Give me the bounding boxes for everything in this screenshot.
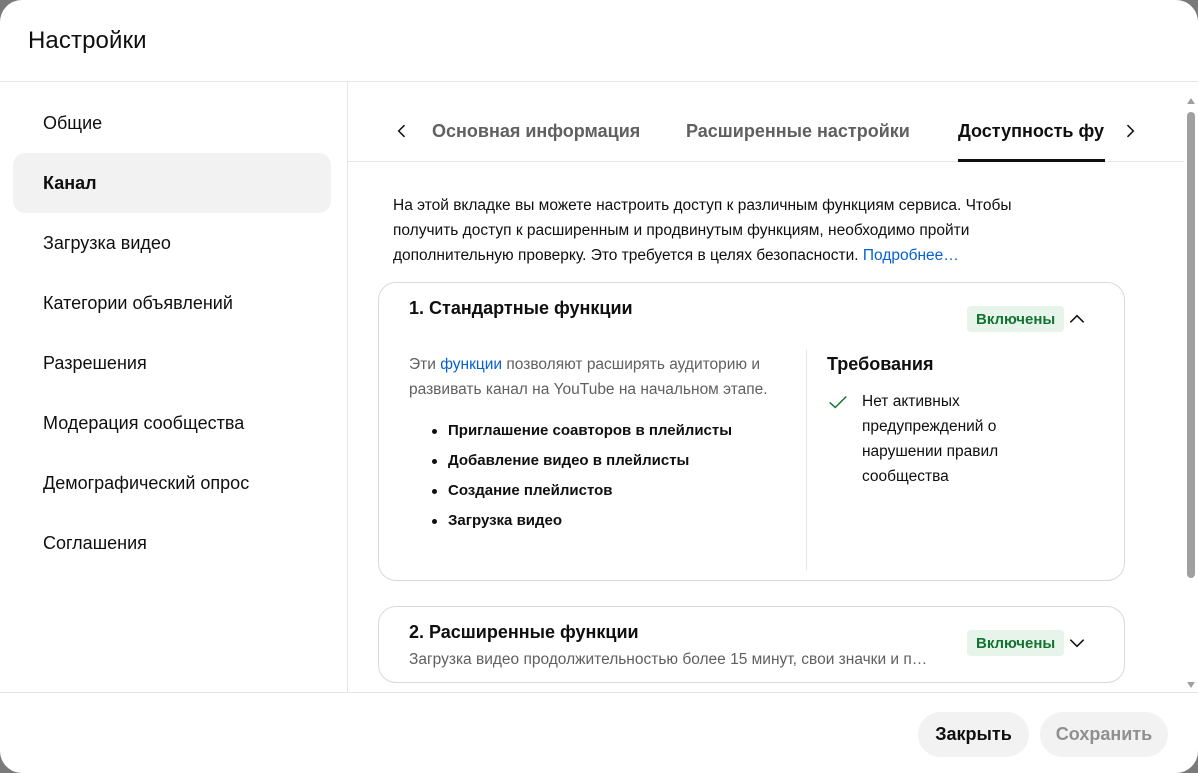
status-badge: Включены bbox=[967, 306, 1065, 332]
requirement-item: Нет активных предупреждений о нарушении … bbox=[827, 389, 1047, 489]
list-item: Загрузка видео bbox=[430, 506, 799, 536]
dialog-footer: Закрыть Сохранить bbox=[0, 692, 1198, 773]
advanced-features-title: 2. Расширенные функции bbox=[409, 622, 639, 642]
standard-features-description: Эти функции позволяют расширять аудитори… bbox=[409, 352, 799, 536]
feature-list: Приглашение соавторов в плейлисты Добавл… bbox=[430, 416, 799, 536]
tabs-scroll-right-button[interactable] bbox=[1116, 112, 1144, 150]
save-button[interactable]: Сохранить bbox=[1040, 712, 1168, 757]
sidebar-item-general[interactable]: Общие bbox=[13, 93, 331, 153]
requirement-text: Нет активных предупреждений о нарушении … bbox=[862, 393, 999, 485]
sidebar-item-community-moderation[interactable]: Модерация сообщества bbox=[13, 393, 331, 453]
settings-dialog: Настройки Общие Канал Загрузка видео Кат… bbox=[0, 0, 1198, 773]
close-button[interactable]: Закрыть bbox=[918, 712, 1029, 757]
chevron-left-icon bbox=[397, 124, 406, 138]
sidebar-item-agreements[interactable]: Соглашения bbox=[13, 513, 331, 573]
tab-advanced-settings[interactable]: Расширенные настройки bbox=[686, 82, 910, 162]
expand-advanced-button[interactable] bbox=[1064, 628, 1090, 658]
dialog-body: Общие Канал Загрузка видео Категории объ… bbox=[0, 82, 1198, 692]
standard-features-card: 1. Стандартные функции Включены Эти функ… bbox=[378, 282, 1125, 581]
tabs-bar: Основная информация Расширенные настройк… bbox=[348, 82, 1184, 162]
chevron-right-icon bbox=[1126, 124, 1135, 138]
list-item: Создание плейлистов bbox=[430, 476, 799, 506]
intro-text: На этой вкладке вы можете настроить дост… bbox=[393, 193, 1053, 268]
sidebar-item-upload-defaults[interactable]: Загрузка видео bbox=[13, 213, 331, 273]
tab-feature-eligibility[interactable]: Доступность функций bbox=[958, 82, 1105, 162]
advanced-features-card[interactable]: 2. Расширенные функции Загрузка видео пр… bbox=[378, 606, 1125, 683]
card-divider bbox=[806, 350, 807, 570]
scroll-down-arrow[interactable] bbox=[1187, 682, 1195, 688]
tabs-scroll-left-button[interactable] bbox=[388, 112, 416, 150]
tab-basic-info[interactable]: Основная информация bbox=[432, 82, 640, 162]
collapse-standard-button[interactable] bbox=[1064, 304, 1090, 334]
advanced-features-summary: Загрузка видео продолжительностью более … bbox=[409, 651, 928, 668]
requirements-title: Требования bbox=[827, 354, 934, 374]
list-item: Добавление видео в плейлисты bbox=[430, 446, 799, 476]
chevron-up-icon bbox=[1069, 314, 1085, 323]
learn-more-link[interactable]: Подробнее… bbox=[863, 247, 959, 264]
dialog-title: Настройки bbox=[28, 26, 147, 54]
content-scrollbar[interactable] bbox=[1186, 98, 1196, 688]
settings-sidebar: Общие Канал Загрузка видео Категории объ… bbox=[0, 82, 348, 692]
list-item: Приглашение соавторов в плейлисты bbox=[430, 416, 799, 446]
standard-features-title: 1. Стандартные функции bbox=[409, 298, 633, 318]
scroll-thumb[interactable] bbox=[1187, 112, 1195, 578]
standard-features-desc-text: Эти функции позволяют расширять аудитори… bbox=[409, 356, 768, 398]
dialog-header: Настройки bbox=[0, 0, 1198, 82]
sidebar-item-ad-categories[interactable]: Категории объявлений bbox=[13, 273, 331, 333]
checkmark-icon bbox=[829, 395, 847, 409]
sidebar-item-demographic-survey[interactable]: Демографический опрос bbox=[13, 453, 331, 513]
features-link[interactable]: функции bbox=[440, 356, 502, 373]
status-badge: Включены bbox=[967, 630, 1065, 656]
sidebar-item-permissions[interactable]: Разрешения bbox=[13, 333, 331, 393]
tabs-scroll-area: Основная информация Расширенные настройк… bbox=[432, 82, 1105, 162]
chevron-down-icon bbox=[1069, 639, 1085, 648]
sidebar-item-channel[interactable]: Канал bbox=[13, 153, 331, 213]
scroll-up-arrow[interactable] bbox=[1187, 98, 1195, 104]
settings-content: Основная информация Расширенные настройк… bbox=[348, 82, 1198, 692]
